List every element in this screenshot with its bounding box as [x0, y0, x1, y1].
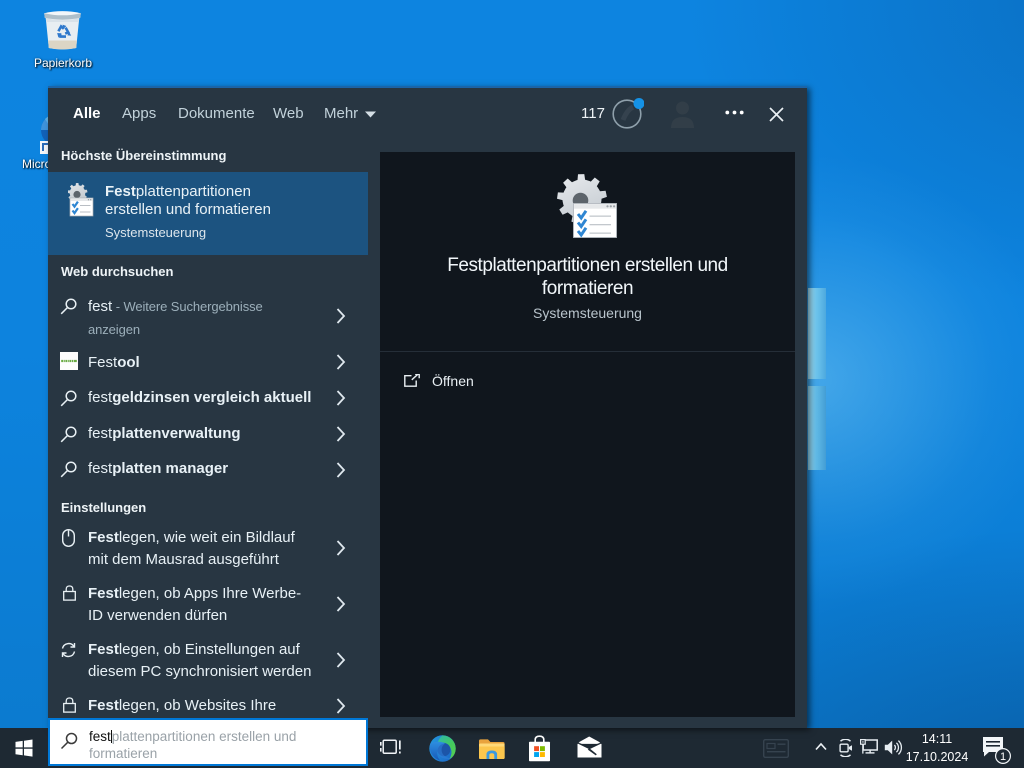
svg-text:1: 1	[1000, 751, 1006, 763]
